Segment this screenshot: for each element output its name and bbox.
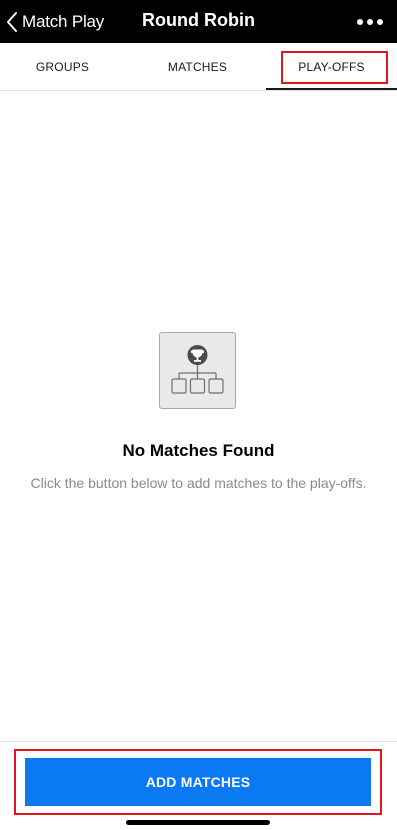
tab-play-offs[interactable]: PLAY-OFFS [266, 43, 397, 90]
bracket-trophy-icon [159, 332, 236, 409]
back-button-label: Match Play [22, 12, 105, 31]
ellipsis-icon [357, 19, 363, 25]
ellipsis-icon [377, 19, 383, 25]
home-indicator [126, 820, 270, 825]
screen: Match Play Round Robin GROUPS MATCHES PL… [0, 0, 397, 830]
back-button[interactable]: Match Play [6, 8, 104, 36]
add-matches-button[interactable]: ADD MATCHES [25, 758, 371, 806]
tab-matches[interactable]: MATCHES [135, 43, 260, 90]
chevron-left-icon [7, 12, 17, 32]
top-nav-bar: Match Play Round Robin [0, 0, 397, 43]
ellipsis-icon [367, 19, 373, 25]
tab-selected-indicator [266, 88, 397, 90]
tab-groups[interactable]: GROUPS [0, 43, 125, 90]
empty-state-title: No Matches Found [122, 441, 275, 460]
empty-state-description: Click the button below to add matches to… [30, 475, 367, 491]
tab-bar: GROUPS MATCHES PLAY-OFFS [0, 43, 397, 91]
more-options-button[interactable] [357, 12, 383, 32]
